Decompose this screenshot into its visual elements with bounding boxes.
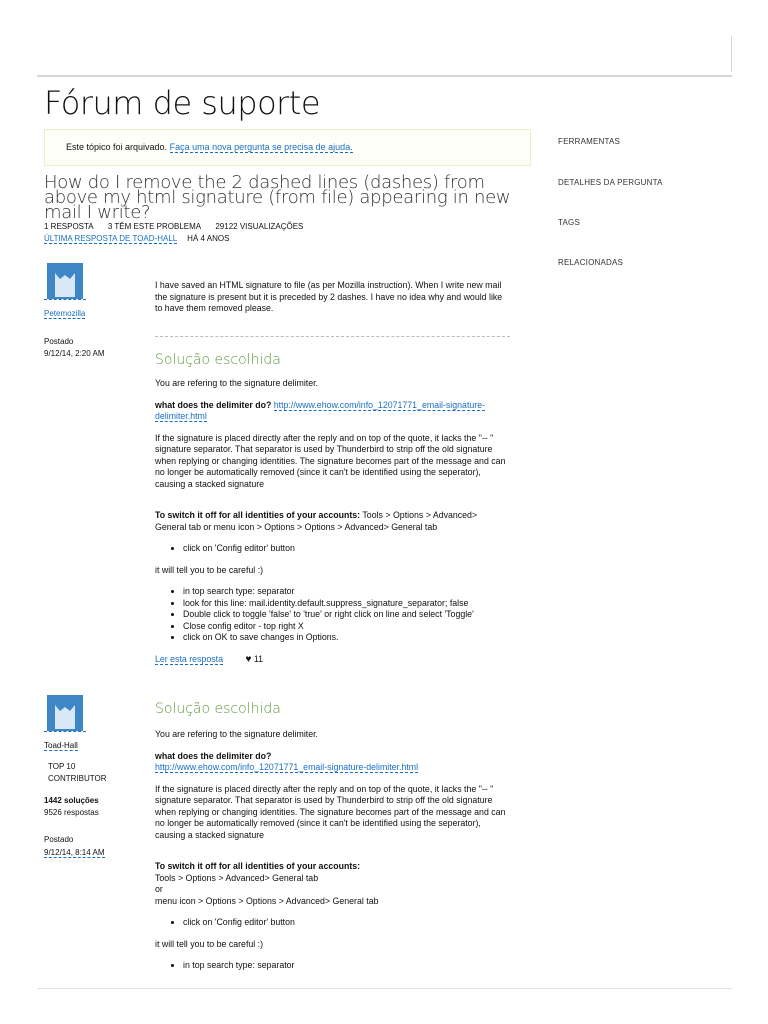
heart-icon: ♥ [245,653,252,665]
steps-list: in top search type: separator [183,960,510,972]
question-title: How do I remove the 2 dashed lines (dash… [44,172,511,223]
question-last-reply: Última resposta de Toad-Hall há 4 anos [44,234,230,244]
last-reply-link[interactable]: Última resposta de Toad-Hall [44,234,177,244]
switch-label: To switch it off for all identities of y… [155,510,361,520]
have-problem-count: 3 têm este problema [107,222,202,231]
replies-count: 1 resposta [44,222,94,231]
delimiter-question-label: what does the delimiter do? [155,399,272,410]
rank-line-1: TOP 10 [48,762,76,771]
posted-date: 9/12/14, 2:20 AM [44,349,105,358]
sidebar-item-tools[interactable]: Ferramentas [558,137,620,146]
archived-text: Este tópico foi arquivado. [66,142,168,152]
solution-intro: You are refering to the signature delimi… [155,378,319,388]
read-answer-link[interactable]: Ler esta resposta [155,653,223,665]
footer-divider [37,988,732,989]
user-avatar-icon [47,263,83,299]
solution-body: You are refering to the signature delimi… [155,729,510,982]
steps-list: in top search type: separator look for t… [183,586,510,644]
solution-explanation: If the signature is placed directly afte… [155,783,506,840]
careful-note: it will tell you to be careful :) [155,938,264,949]
new-question-link[interactable]: Faça uma nova pergunta se precisa de aju… [169,142,353,153]
user-avatar-icon [47,695,83,731]
author-divider [44,299,86,300]
sidebar-item-question-details[interactable]: Detalhes da pergunta [558,178,663,187]
solution-footer: Ler esta resposta ♥ 11 [155,653,510,666]
list-item: in top search type: separator [183,586,510,598]
archived-notice: Este tópico foi arquivado. Faça uma nova… [44,129,531,166]
delimiter-question-label: what does the delimiter do? [155,750,272,761]
config-list: click on 'Config editor' button [183,543,510,555]
avatar[interactable] [47,263,83,299]
switch-instructions: To switch it off for all identities of y… [155,861,510,907]
section-divider [155,336,510,337]
list-item: look for this line: mail.identity.defaul… [183,598,510,610]
ehow-link[interactable]: http://www.ehow.com/info_12071771_email-… [155,762,419,773]
sidebar-item-related[interactable]: Relacionadas [558,258,623,267]
switch-path-line-3: menu icon > Options > Options > Advanced… [155,895,379,906]
question-meta: 1 resposta 3 têm este problema 29122 vis… [44,222,315,231]
solution-heading: Solução escolhida [155,352,281,368]
header-divider [731,36,732,72]
solution-explanation: If the signature is placed directly afte… [155,432,506,489]
page-title: Fórum de suporte [44,84,321,122]
switch-path-line-1: Tools > Options > Advanced> General tab [155,872,319,883]
answers-count: 9526 respostas [44,808,99,817]
question-body: I have saved an HTML signature to file (… [155,280,510,325]
solution-intro: You are refering to the signature delimi… [155,729,319,739]
post-author-link[interactable]: Toad-Hall [44,741,78,751]
question-text: I have saved an HTML signature to file (… [155,280,503,313]
posted-label: Postado [44,337,74,346]
list-item: click on OK to save changes in Options. [183,632,510,644]
list-item: click on 'Config editor' button [183,543,510,555]
config-list: click on 'Config editor' button [183,917,510,929]
last-reply-ago: há 4 anos [187,234,230,243]
posted-date-link[interactable]: 9/12/14, 8:14 AM [44,848,105,858]
sidebar-item-tags[interactable]: Tags [558,218,580,227]
avatar[interactable] [47,695,83,731]
delimiter-question: what does the delimiter do? http://www.e… [155,751,510,774]
author-divider [44,731,86,732]
solutions-count: 1442 soluções [44,796,99,805]
switch-label: To switch it off for all identities of y… [155,861,361,871]
delimiter-question: what does the delimiter do? http://www.e… [155,399,510,423]
solution-body: You are refering to the signature delimi… [155,378,510,665]
post-author-link[interactable]: Petemozilla [44,309,86,319]
solution-heading: Solução escolhida [155,701,281,717]
views-count: 29122 visualizações [215,222,304,231]
posted-label: Postado [44,835,74,844]
careful-note: it will tell you to be careful :) [155,564,264,575]
like-count: 11 [253,653,263,664]
like-button[interactable]: ♥ 11 [245,653,263,665]
top-header-bar [37,0,732,77]
list-item: click on 'Config editor' button [183,917,510,929]
list-item: in top search type: separator [183,960,510,972]
switch-instructions: To switch it off for all identities of y… [155,510,510,533]
list-item: Close config editor - top right X [183,621,510,633]
rank-line-2: CONTRIBUTOR [48,774,107,783]
list-item: Double click to toggle 'false' to 'true'… [183,609,510,621]
switch-path-line-2: or [155,884,163,894]
